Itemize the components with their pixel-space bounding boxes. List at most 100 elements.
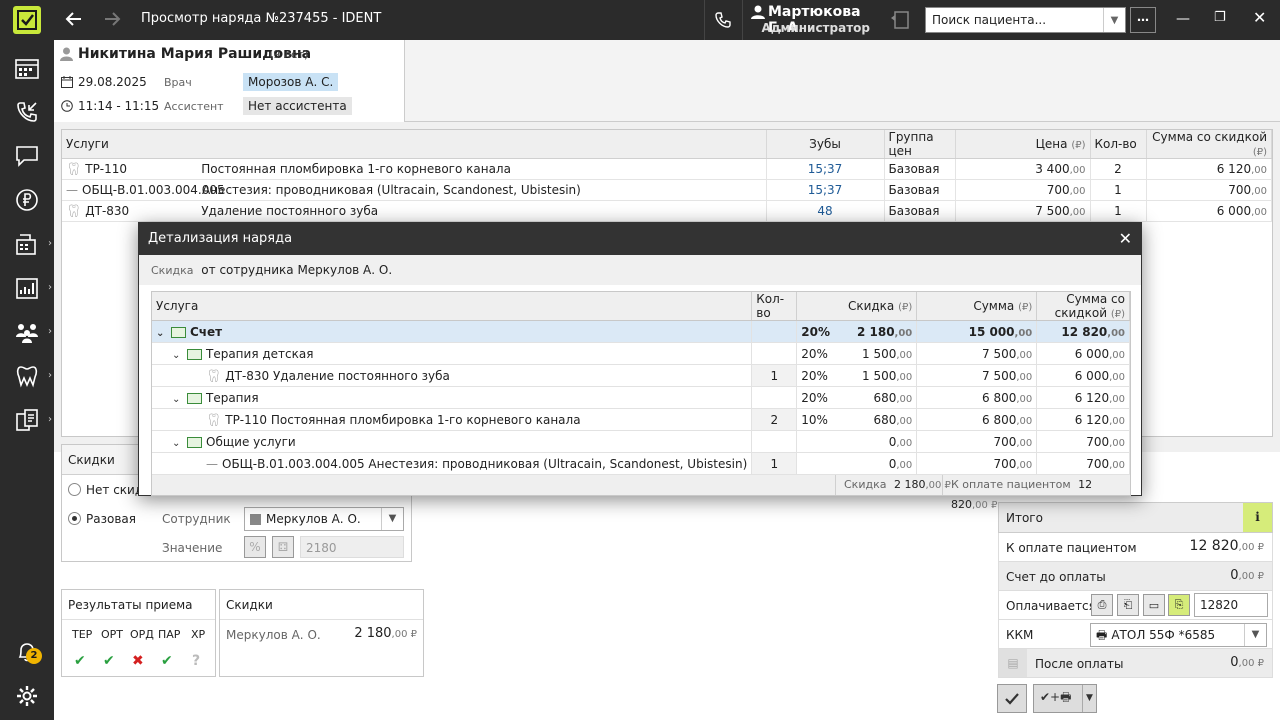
row-qty[interactable]: 1	[751, 452, 798, 475]
kkm-select[interactable]: 🖶︎ АТОЛ 55Ф *6585 ▼	[1090, 623, 1267, 647]
chevron-down-icon[interactable]: ▼	[1082, 685, 1096, 712]
col-services[interactable]: Услуги	[62, 130, 767, 159]
col-sum[interactable]: Сумма (₽)	[916, 292, 1038, 321]
tree-row-group[interactable]: ⌄ Терапия 20% 680,00 6 800,00 6 120,00	[152, 386, 1130, 409]
tree-row-account[interactable]: ⌄ Счет 20% 2 180,00 15 000,00 12 820,00	[152, 320, 1130, 343]
close-icon[interactable]: ✕	[1119, 223, 1132, 255]
chevron-down-icon[interactable]: ⌄	[156, 328, 166, 339]
col-teeth[interactable]: Зубы	[766, 130, 885, 159]
confirm-button[interactable]	[997, 684, 1027, 713]
sum-mode-button[interactable]: ⚃	[272, 536, 294, 558]
patient-search-input[interactable]: Поиск пациента... ▼	[925, 7, 1126, 33]
price-kop: ,00	[1069, 207, 1086, 218]
service-teeth[interactable]: 48	[766, 200, 885, 222]
chevron-down-icon[interactable]: ⌄	[172, 350, 182, 361]
doctor-value[interactable]: Морозов А. С.	[243, 73, 339, 91]
sidebar-item-schedule[interactable]	[0, 48, 54, 88]
table-row[interactable]: 🦷︎ ДТ-830 Удаление постоянного зуба 48 Баз…	[62, 200, 1272, 222]
check-icon[interactable]: ✔	[74, 653, 86, 669]
tree-row-group[interactable]: ⌄ Терапия детская 20% 1 500,00 7 500,00 6 …	[152, 342, 1130, 365]
chevron-down-icon[interactable]: ⌄	[172, 438, 182, 449]
cash-icon[interactable]: ⎗	[1117, 594, 1139, 616]
question-icon[interactable]: ?	[192, 653, 200, 669]
radio-no-discount[interactable]	[68, 483, 81, 496]
check-icon[interactable]: ✔	[161, 653, 173, 669]
cross-icon[interactable]: ✖	[132, 653, 144, 669]
col-discount[interactable]: Скидка (₽)	[796, 292, 918, 321]
row-pct: 20%	[801, 324, 830, 339]
row-sumd-main: 6 000	[1074, 368, 1110, 383]
gear-icon	[17, 686, 37, 706]
row-qty	[751, 342, 798, 365]
service-qty[interactable]: 2	[1090, 158, 1147, 180]
radio-once[interactable]	[68, 512, 81, 525]
maximize-icon[interactable]: ❐	[1214, 10, 1226, 25]
row-sum-kop: ,00	[1016, 371, 1033, 383]
percent-button[interactable]: %	[244, 536, 266, 558]
card-icon[interactable]: ▭	[1143, 594, 1165, 616]
sidebar-item-registry[interactable]: ›	[0, 224, 54, 264]
trash-icon[interactable]: ▤	[999, 649, 1027, 677]
sidebar-item-notifications[interactable]: 2	[0, 632, 54, 672]
service-qty[interactable]: 1	[1090, 179, 1147, 201]
assistant-value[interactable]: Нет ассистента	[243, 97, 352, 115]
back-icon[interactable]	[64, 9, 84, 32]
sidebar-item-finance[interactable]	[0, 180, 54, 220]
sidebar-item-calls[interactable]	[0, 92, 54, 132]
minimize-icon[interactable]: —	[1176, 11, 1190, 27]
tree-row-group[interactable]: ⌄ Общие услуги 0,00 700,00 700,00	[152, 430, 1130, 453]
forward-icon[interactable]	[102, 9, 122, 32]
service-qty[interactable]: 1	[1090, 200, 1147, 222]
history-icon[interactable]	[889, 9, 911, 34]
col-price[interactable]: Цена (₽)	[955, 130, 1091, 159]
results-panel: Результаты приема ТЕР ОРТ ОРД ПАР ХР ✔ ✔…	[61, 589, 216, 677]
sidebar-item-documents[interactable]: ›	[0, 400, 54, 440]
discount-value-input[interactable]: 2180	[300, 536, 404, 558]
tree-row-service[interactable]: — ОБЩ-В.01.003.004.005 Анестезия: проводн…	[152, 452, 1130, 475]
check-icon[interactable]: ✔	[103, 653, 115, 669]
phone-icon[interactable]	[704, 0, 740, 40]
row-qty[interactable]: 1	[751, 364, 798, 387]
row-qty[interactable]: 2	[751, 408, 798, 431]
user-menu[interactable]: Мартюкова Г. А. Администратор	[742, 0, 876, 40]
table-row[interactable]: 🦷︎ ТР-110 Постоянная пломбировка 1-го корн…	[62, 158, 1272, 180]
app-logo[interactable]	[13, 6, 41, 34]
col-sum-discount[interactable]: Сумма со скидкой (₽)	[1036, 292, 1130, 321]
info-icon[interactable]: i	[1243, 503, 1272, 532]
col-sum-discount-currency: (₽)	[1110, 309, 1125, 320]
col-qty[interactable]: Кол-во	[1090, 130, 1147, 159]
receipt-icon[interactable]: ⎘	[1168, 594, 1190, 616]
chevron-down-icon[interactable]: ▼	[1103, 8, 1125, 32]
chevron-down-icon[interactable]: ▼	[381, 508, 403, 530]
cash-register-icon[interactable]: ⎙	[1091, 594, 1113, 616]
sidebar-item-messages[interactable]	[0, 136, 54, 176]
col-sum[interactable]: Сумма со скидкой (₽)	[1146, 130, 1272, 159]
sidebar-item-settings[interactable]	[0, 676, 54, 716]
employee-select[interactable]: Меркулов А. О. ▼	[244, 507, 404, 531]
col-qty[interactable]: Кол-во	[751, 292, 798, 321]
totals-header: Итого i	[998, 502, 1273, 533]
employee-label: Сотрудник	[162, 512, 231, 526]
close-window-icon[interactable]: ✕	[1253, 8, 1266, 27]
before-kop: ,00 ₽	[1238, 571, 1264, 582]
chevron-right-icon: ›	[48, 370, 52, 381]
col-price-group[interactable]: Группа цен	[884, 130, 956, 159]
confirm-print-button[interactable]: ✔+🖶︎ ▼	[1033, 684, 1097, 713]
tree-row-service[interactable]: 🦷︎ ТР-110 Постоянная пломбировка 1-го кор…	[152, 408, 1130, 431]
dash-icon: —	[66, 183, 78, 197]
service-teeth[interactable]: 15;37	[766, 158, 885, 180]
sidebar-item-dental[interactable]: ›	[0, 356, 54, 396]
result-ort-label: ОРТ	[101, 628, 124, 641]
after-main: 0	[1230, 655, 1239, 670]
table-row[interactable]: — ОБЩ-В.01.003.004.005Анестезия: проводни…	[62, 179, 1272, 201]
sidebar-item-staff[interactable]: ›	[0, 312, 54, 352]
service-teeth[interactable]: 15;37	[766, 179, 885, 201]
more-icon[interactable]: ⋯	[1130, 7, 1156, 33]
chevron-down-icon[interactable]: ▼	[1244, 624, 1266, 646]
col-service[interactable]: Услуга	[152, 292, 753, 321]
service-group: Базовая	[884, 179, 956, 201]
chevron-down-icon[interactable]: ⌄	[172, 394, 182, 405]
paying-input[interactable]: 12820	[1194, 593, 1268, 617]
sidebar-item-reports[interactable]: ›	[0, 268, 54, 308]
tree-row-service[interactable]: 🦷︎ ДТ-830 Удаление постоянного зуба 1 20%…	[152, 364, 1130, 387]
